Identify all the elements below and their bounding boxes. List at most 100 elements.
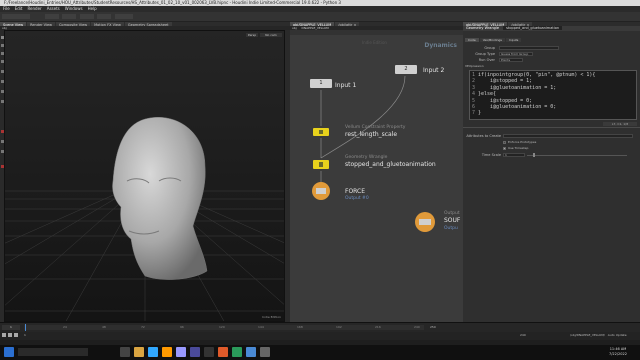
end-frame-field[interactable]: 240 [520, 333, 534, 337]
vellum-node-icon [319, 130, 323, 134]
timeline-tick-label: 144 [258, 325, 264, 329]
time-scale-field[interactable]: 1 [503, 153, 525, 157]
timeline-tick-label: 240 [414, 325, 420, 329]
timeline-tick-label: 96 [180, 325, 184, 329]
shelf-tab[interactable] [80, 14, 94, 19]
camera-menu[interactable]: No cam [260, 33, 282, 37]
playback-bar: 1 240 /obj/DNAPPLE_VELLUM/ Auto Update [0, 332, 640, 340]
run-over-label: Run Over [478, 58, 495, 62]
shelf-set-selector[interactable] [2, 14, 30, 19]
menu-item-file[interactable]: File [3, 6, 10, 11]
menu-item-edit[interactable]: Edit [15, 6, 23, 11]
node-name-field[interactable]: stopped_and_gluetoanimation [503, 26, 563, 30]
start-frame-field[interactable]: 1 [24, 333, 36, 337]
network-editor[interactable]: Dynamics Indie Edition 1 Input 1 2 Input… [290, 30, 463, 326]
timeline[interactable]: 1 24 48 72 96 120 144 168 192 216 240 250 [0, 322, 640, 332]
source-node-type: Output [444, 211, 460, 216]
use-timestep-checkbox[interactable] [503, 147, 506, 150]
search-box[interactable] [18, 348, 88, 356]
app-icon[interactable] [246, 347, 256, 357]
view-mode-menu[interactable]: Persp [246, 33, 258, 37]
wrangle-node-type: Geometry Wrangle [345, 155, 388, 160]
input-2-label: Input 2 [423, 67, 445, 74]
vexpression-editor[interactable]: 1 if(inpointgroup(0, "pin", @ptnum) < 1){… [469, 70, 637, 120]
group-field[interactable] [499, 46, 559, 50]
timeline-tick-label: 216 [375, 325, 381, 329]
current-time-label: 250 [430, 325, 436, 329]
vexpression-label: VEXpression [465, 64, 484, 68]
code-text: }else{ [478, 91, 497, 98]
vellum-constraint-property-node[interactable] [313, 128, 329, 136]
time-scale-slider[interactable] [527, 155, 627, 156]
app-icon[interactable] [204, 347, 214, 357]
code-status: L7, C1, 1/8 [603, 122, 637, 126]
timeline-tick-label: 168 [297, 325, 303, 329]
geometry-wrangle-node[interactable] [313, 160, 329, 169]
menu-item-windows[interactable]: Windows [65, 6, 83, 11]
shelf-tab[interactable] [45, 14, 59, 19]
code-text: i@gluetoanimation = 1; [478, 84, 557, 91]
input-1-node[interactable]: 1 [310, 79, 332, 88]
wrangle-node-name[interactable]: stopped_and_gluetoanimation [345, 161, 436, 168]
timeline-tick-label: 192 [336, 325, 342, 329]
stop-icon[interactable] [8, 333, 12, 337]
menu-item-help[interactable]: Help [88, 6, 97, 11]
node-header: Geometry Wrangle stopped_and_gluetoanima… [463, 26, 640, 31]
menu-item-assets[interactable]: Assets [47, 6, 60, 11]
shelf-tab[interactable] [62, 14, 76, 19]
source-node-name[interactable]: SOUF [444, 217, 460, 224]
head-geometry[interactable] [105, 111, 215, 301]
group-type-select[interactable]: Guess from Group [499, 52, 533, 56]
force-output-number: Output #0 [345, 196, 369, 201]
source-output-node[interactable] [415, 212, 435, 232]
parameter-sub-tabs: Code Vex/Bindings Inputs [465, 38, 635, 42]
app-icon[interactable] [232, 347, 242, 357]
premiere-icon[interactable] [190, 347, 200, 357]
window-title: F:/Freelance/Houdini_Entries/HOU_Attribu… [4, 0, 341, 5]
attributes-to-create-field[interactable] [503, 134, 633, 138]
constraint-node-name[interactable]: rest_length_scale [345, 131, 397, 138]
timeline-tick-label: 72 [141, 325, 145, 329]
timeline-tick-label: 48 [102, 325, 106, 329]
node-type-label: Geometry Wrangle [466, 26, 500, 30]
menu-item-render[interactable]: Render [27, 6, 41, 11]
status-path-text: /obj/DNAPPLE_VELLUM/ [570, 333, 605, 337]
force-output-node[interactable] [312, 182, 330, 200]
constraint-node-type: Vellum Constraint Property [345, 125, 406, 130]
scene-viewport[interactable]: No cam Persp Indie Edition [4, 30, 285, 322]
force-node-name[interactable]: FORCE [345, 188, 365, 195]
photoshop-icon[interactable] [148, 347, 158, 357]
run-over-select[interactable]: Points [499, 58, 523, 62]
shelf-tab[interactable] [115, 14, 133, 19]
start-icon[interactable] [4, 347, 14, 357]
input-1-number: 1 [319, 80, 323, 86]
timeline-tick-label: 120 [219, 325, 225, 329]
clock[interactable]: 11:46 AM 7/22/2022 [600, 347, 636, 358]
after-effects-icon[interactable] [176, 347, 186, 357]
subtab-vex-bindings[interactable]: Vex/Bindings [479, 38, 505, 42]
auto-update-label[interactable]: Auto Update [608, 333, 627, 337]
app-icon[interactable] [260, 347, 270, 357]
code-text: i@stopped = 1; [478, 78, 533, 85]
clock-date: 7/22/2022 [609, 352, 627, 356]
time-scale-slider-handle[interactable] [533, 153, 535, 157]
input-2-node[interactable]: 2 [395, 65, 417, 74]
file-explorer-icon[interactable] [134, 347, 144, 357]
task-view-icon[interactable] [120, 347, 130, 357]
play-back-icon[interactable] [2, 333, 6, 337]
enforce-prototypes-checkbox[interactable] [503, 141, 506, 144]
status-path: /obj/DNAPPLE_VELLUM/ Auto Update [570, 333, 630, 337]
parameter-editor: Geometry Wrangle stopped_and_gluetoanima… [463, 26, 640, 322]
wrangle-node-icon [319, 162, 323, 167]
camera-label: No cam [265, 33, 277, 37]
illustrator-icon[interactable] [162, 347, 172, 357]
houdini-icon[interactable] [218, 347, 228, 357]
shelf-tab[interactable] [97, 14, 111, 19]
subtab-inputs[interactable]: Inputs [506, 38, 522, 42]
subtab-code[interactable]: Code [465, 38, 479, 42]
divider [463, 127, 640, 128]
play-forward-icon[interactable] [14, 333, 18, 337]
input-1-label: Input 1 [335, 82, 357, 89]
source-output-number: Outpu [444, 226, 458, 231]
current-frame-field[interactable]: 1 [2, 325, 20, 330]
